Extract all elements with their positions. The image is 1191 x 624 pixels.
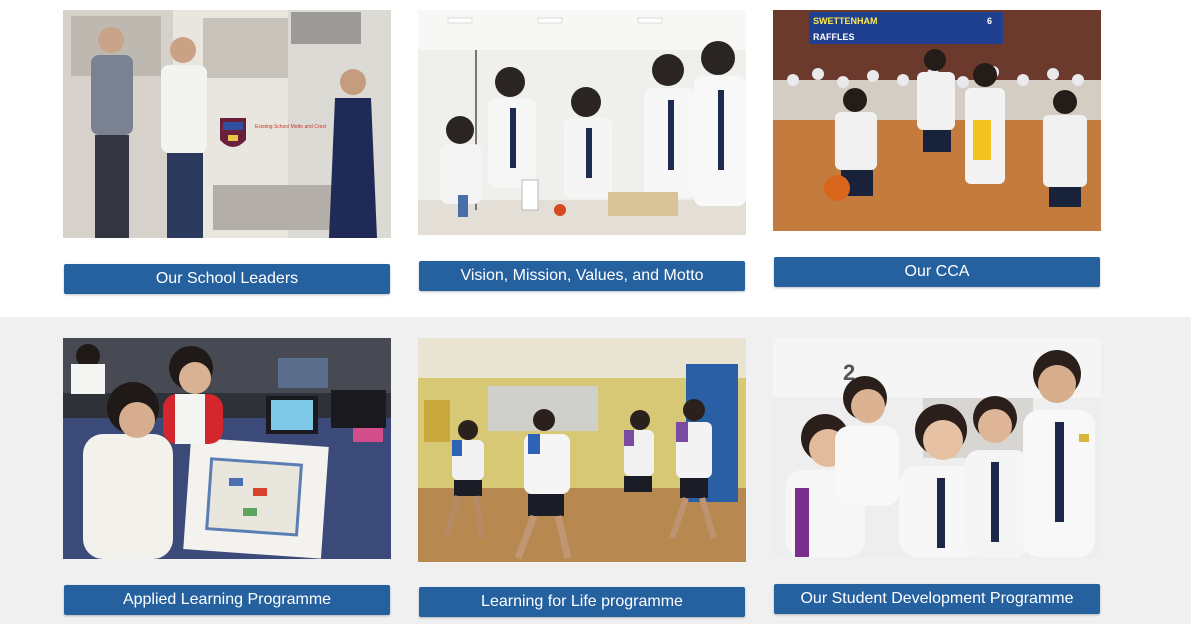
card-vision-mission: Vision, Mission, Values, and Motto xyxy=(418,10,746,292)
our-student-development-programme-button[interactable]: Our Student Development Programme xyxy=(774,584,1100,614)
our-cca-button[interactable]: Our CCA xyxy=(774,257,1100,287)
board-game-photo xyxy=(63,338,391,559)
scoreboard-score1: 6 xyxy=(987,16,992,26)
school-leaders-photo: Existing School Motto and Crest xyxy=(63,10,391,238)
applied-learning-programme-button[interactable]: Applied Learning Programme xyxy=(64,585,390,615)
our-school-leaders-button[interactable]: Our School Leaders xyxy=(64,264,390,294)
cca-sports-photo: SWETTENHAM 6 RAFFLES xyxy=(773,10,1101,231)
card-applied-learning: Applied Learning Programme xyxy=(63,338,391,616)
crest-caption: Existing School Motto and Crest xyxy=(255,124,327,130)
card-student-development: 2 Our Student Development Programme xyxy=(773,338,1101,614)
students-group-photo: 2 xyxy=(773,338,1101,557)
card-school-leaders: Existing School Motto and Crest Our Scho… xyxy=(63,10,391,295)
card-cca: SWETTENHAM 6 RAFFLES Our CCA xyxy=(773,10,1101,288)
science-lab-photo xyxy=(418,10,746,235)
scoreboard-team2: RAFFLES xyxy=(813,32,855,42)
netball-photo xyxy=(418,338,746,562)
vision-mission-values-motto-button[interactable]: Vision, Mission, Values, and Motto xyxy=(419,261,745,291)
card-learning-for-life: Learning for Life programme xyxy=(418,338,746,618)
ball xyxy=(824,175,850,201)
scoreboard-team1: SWETTENHAM xyxy=(813,16,878,26)
learning-for-life-programme-button[interactable]: Learning for Life programme xyxy=(419,587,745,617)
